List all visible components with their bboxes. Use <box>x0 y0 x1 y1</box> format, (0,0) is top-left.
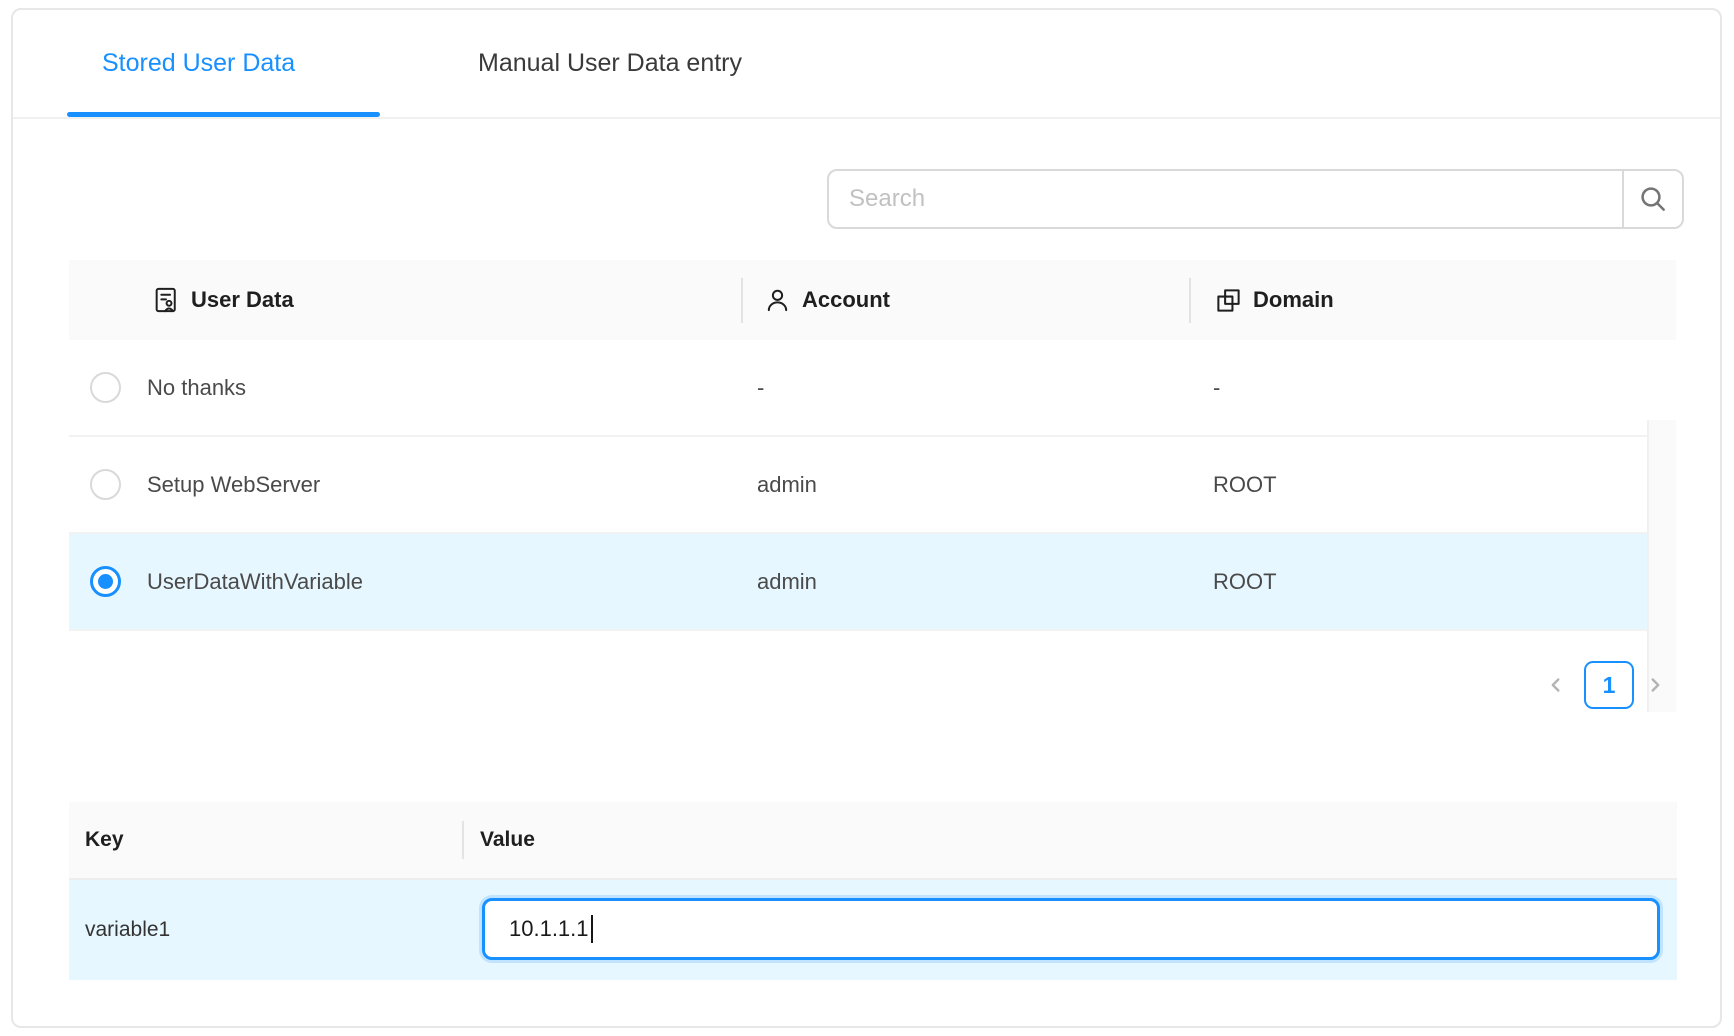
radio-button[interactable] <box>90 372 121 403</box>
column-header-key: Key <box>85 802 124 878</box>
tab-label: Manual User Data entry <box>478 49 742 78</box>
radio-button-selected[interactable] <box>90 566 121 597</box>
table-body: No thanks - - Setup WebServer admin ROOT… <box>69 340 1676 631</box>
user-icon <box>764 287 791 314</box>
account-cell: admin <box>757 534 817 629</box>
value-input-text: 10.1.1.1 <box>509 916 589 942</box>
text-cursor <box>591 915 593 943</box>
kv-row-variable1: variable1 10.1.1.1 <box>69 880 1677 980</box>
search-bar <box>827 169 1684 229</box>
account-cell: admin <box>757 437 817 532</box>
search-input[interactable] <box>827 169 1624 229</box>
account-cell: - <box>757 340 764 435</box>
user-data-table: User Data Account Domain <box>69 260 1676 632</box>
domain-cell: - <box>1213 340 1220 435</box>
column-title: Domain <box>1253 287 1334 313</box>
user-data-cell: No thanks <box>147 340 246 435</box>
table-header-row: User Data Account Domain <box>69 260 1676 340</box>
value-input[interactable]: 10.1.1.1 <box>482 898 1660 960</box>
table-row-no-thanks[interactable]: No thanks - - <box>69 340 1647 437</box>
column-divider <box>1189 278 1191 323</box>
radio-button[interactable] <box>90 469 121 500</box>
table-row-setup-webserver[interactable]: Setup WebServer admin ROOT <box>69 437 1647 534</box>
user-data-cell: Setup WebServer <box>147 437 320 532</box>
column-divider <box>741 278 743 323</box>
column-header-user-data: User Data <box>152 260 294 340</box>
table-row-userdatawithvariable[interactable]: UserDataWithVariable admin ROOT <box>69 534 1647 631</box>
tab-label: Stored User Data <box>102 49 295 78</box>
domain-cell: ROOT <box>1213 437 1277 532</box>
search-button[interactable] <box>1622 169 1684 229</box>
tab-bar: Stored User Data Manual User Data entry <box>13 10 1720 119</box>
next-page-button[interactable] <box>1637 661 1673 709</box>
column-header-domain: Domain <box>1215 260 1334 340</box>
column-header-value: Value <box>480 802 535 878</box>
column-divider <box>462 821 464 859</box>
tab-stored-user-data[interactable]: Stored User Data <box>102 10 295 117</box>
column-title: User Data <box>191 287 294 313</box>
column-title: Account <box>802 287 890 313</box>
radio-dot <box>98 574 113 589</box>
search-icon <box>1637 183 1669 215</box>
active-tab-indicator <box>67 112 380 117</box>
solution-icon <box>152 286 180 314</box>
key-value-table: Key Value variable1 10.1.1.1 <box>69 802 1677 980</box>
tab-manual-user-data-entry[interactable]: Manual User Data entry <box>478 10 742 117</box>
domain-cell: ROOT <box>1213 534 1277 629</box>
key-cell: variable1 <box>85 880 170 980</box>
block-icon <box>1215 287 1242 314</box>
chevron-left-icon <box>1545 674 1567 696</box>
column-header-account: Account <box>764 260 890 340</box>
user-data-panel: Stored User Data Manual User Data entry <box>11 8 1722 1028</box>
page-1-button[interactable]: 1 <box>1584 661 1634 709</box>
user-data-cell: UserDataWithVariable <box>147 534 363 629</box>
previous-page-button[interactable] <box>1538 661 1574 709</box>
chevron-right-icon <box>1644 674 1666 696</box>
kv-header-row: Key Value <box>69 802 1677 880</box>
